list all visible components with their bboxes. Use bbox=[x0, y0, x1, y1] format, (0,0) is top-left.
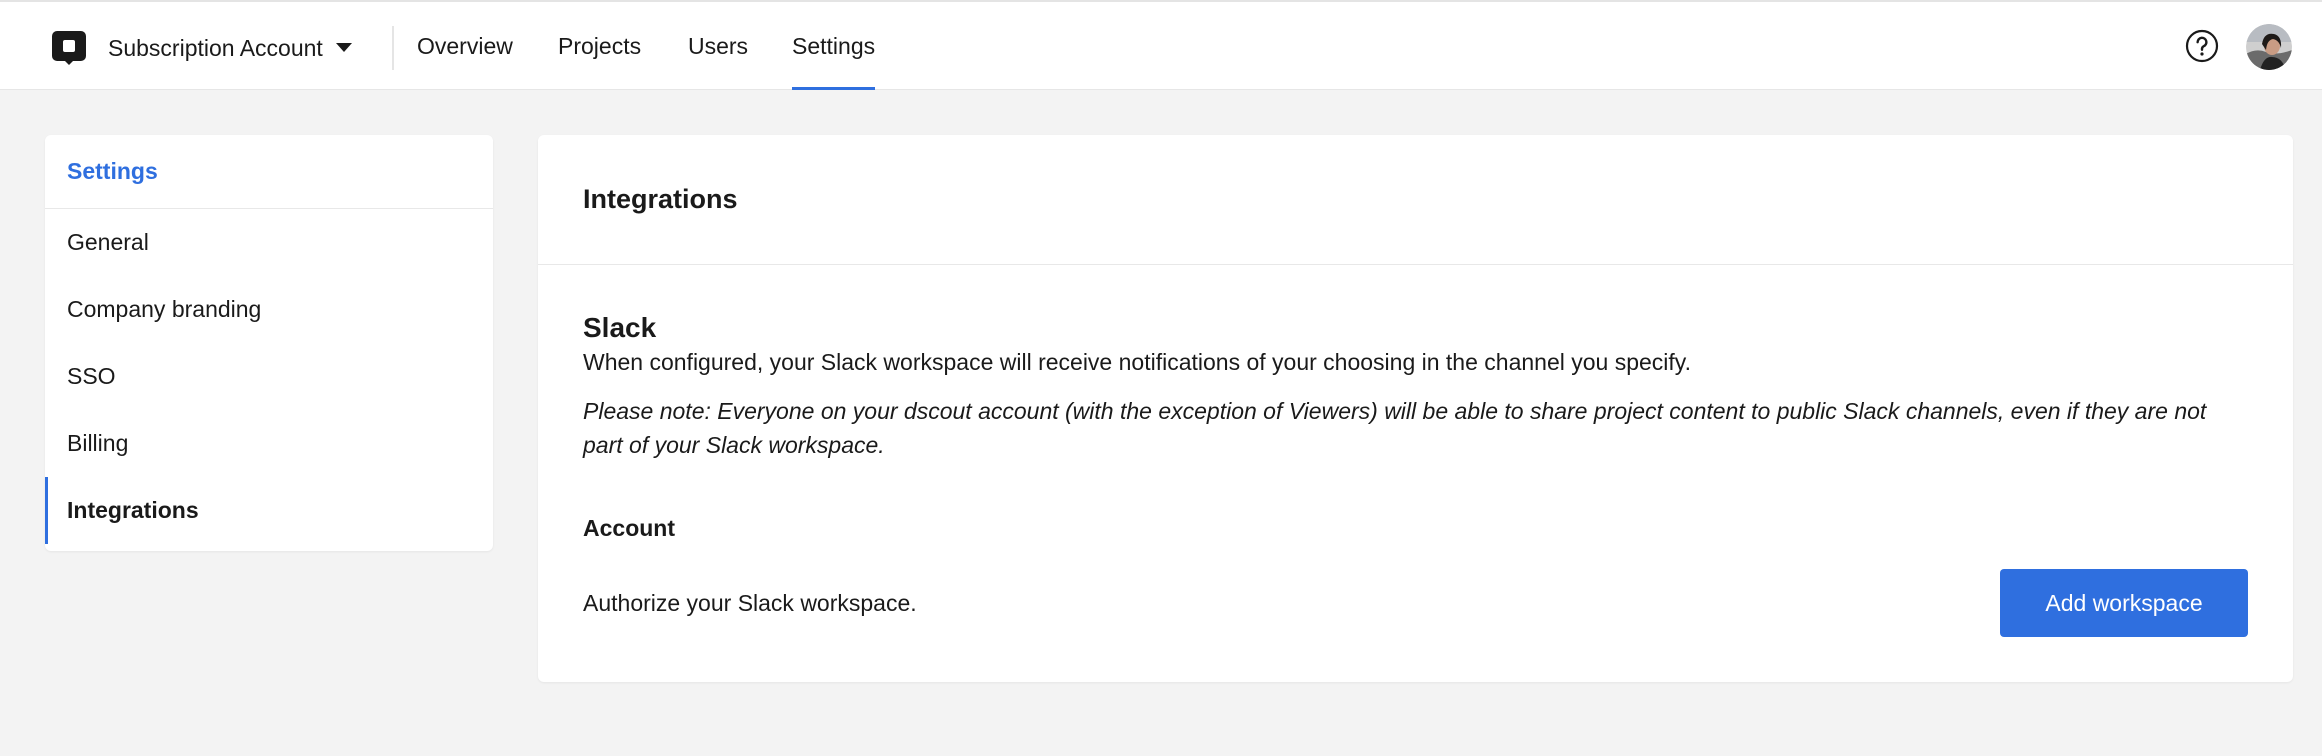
sidebar-item-general[interactable]: General bbox=[45, 209, 493, 276]
account-switcher[interactable]: Subscription Account bbox=[108, 30, 353, 66]
question-circle-icon[interactable] bbox=[2185, 29, 2219, 63]
sidebar-item-company-branding[interactable]: Company branding bbox=[45, 276, 493, 343]
slack-description: When configured, your Slack workspace wi… bbox=[583, 349, 1691, 375]
tab-settings[interactable]: Settings bbox=[792, 2, 876, 90]
top-navigation: Subscription Account Overview Projects U… bbox=[0, 0, 2322, 90]
caret-down-icon bbox=[335, 43, 352, 52]
sidebar-item-integrations[interactable]: Integrations bbox=[45, 477, 493, 544]
sidebar-title: Settings bbox=[45, 135, 493, 209]
authorize-text: Authorize your Slack workspace. bbox=[583, 590, 917, 616]
sidebar-item-sso[interactable]: SSO bbox=[45, 343, 493, 410]
slack-note: Please note: Everyone on your dscout acc… bbox=[583, 398, 2207, 458]
dscout-logo-icon[interactable] bbox=[52, 31, 86, 65]
nav-divider bbox=[392, 26, 394, 70]
card-header: Integrations bbox=[538, 135, 2293, 265]
tab-overview[interactable]: Overview bbox=[417, 2, 513, 90]
integrations-card: Integrations Slack When configured, your… bbox=[538, 135, 2293, 682]
slack-title: Slack bbox=[583, 312, 657, 343]
add-workspace-button[interactable]: Add workspace bbox=[2000, 569, 2248, 637]
account-name: Subscription Account bbox=[108, 35, 323, 61]
account-heading: Account bbox=[583, 515, 675, 541]
tab-projects[interactable]: Projects bbox=[558, 2, 641, 90]
sidebar-item-billing[interactable]: Billing bbox=[45, 410, 493, 477]
page-title: Integrations bbox=[583, 184, 738, 214]
tab-users[interactable]: Users bbox=[688, 2, 748, 90]
settings-sidebar: Settings General Company branding SSO Bi… bbox=[45, 135, 493, 551]
slack-section: Slack When configured, your Slack worksp… bbox=[583, 310, 2248, 462]
user-avatar[interactable] bbox=[2246, 24, 2292, 70]
